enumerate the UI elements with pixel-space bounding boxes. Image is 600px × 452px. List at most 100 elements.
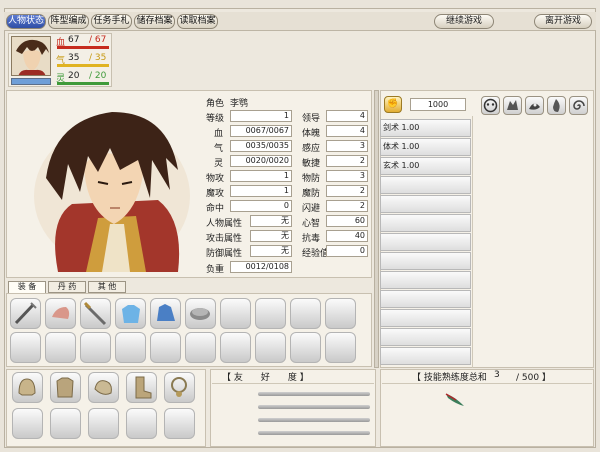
inventory-slot[interactable] [290, 298, 321, 329]
equipped-helmet-slot[interactable] [12, 372, 43, 403]
tab-formation[interactable]: 阵型编成 [48, 14, 89, 29]
inventory-slot[interactable] [185, 332, 216, 363]
item-list-scrollbar[interactable] [374, 90, 379, 368]
inventory-slot[interactable] [325, 298, 356, 329]
stat-value-leadership: 4 [326, 110, 368, 122]
skill-row-body[interactable]: 体术 1.00 [380, 138, 471, 156]
stat-value-agility: 2 [326, 155, 368, 167]
inventory-slot[interactable] [45, 298, 76, 329]
inventory-slot[interactable] [255, 298, 286, 329]
inventory-slot[interactable] [10, 298, 41, 329]
skill-row-sword[interactable]: 剑术 1.00 [380, 119, 471, 137]
feather-icon [444, 390, 468, 408]
stat-value-attack-element: 无 [250, 230, 292, 242]
stat-label-magic-attack: 魔攻 [206, 189, 225, 199]
stat-value-evasion: 2 [326, 200, 368, 212]
sp-max: / 20 [89, 71, 107, 81]
skill-total-label: 【 技能熟练度总和 [412, 373, 487, 383]
stat-label-physical-defense: 物防 [302, 174, 321, 184]
skill-row-empty [380, 252, 471, 270]
friendship-bar [258, 431, 370, 435]
tab-character-status[interactable]: 人物状态 [6, 14, 46, 29]
tab-others[interactable]: 其 他 [88, 281, 126, 293]
equipped-armor-slot[interactable] [50, 372, 81, 403]
stat-value-physical-attack: 1 [230, 170, 292, 182]
stat-label-character-element: 人物属性 [206, 219, 243, 229]
stat-value-physical-defense: 3 [326, 170, 368, 182]
stat-label-load: 负重 [206, 265, 225, 275]
stat-value-hp: 0067/0067 [230, 125, 292, 137]
friendship-title: 【 友 好 度 】 [222, 373, 309, 383]
role-label: 角色 [206, 99, 225, 109]
beast-icon[interactable] [503, 96, 522, 115]
spirit-icon[interactable] [525, 96, 544, 115]
inventory-slot[interactable] [220, 332, 251, 363]
stat-label-defense-element: 防御属性 [206, 249, 243, 259]
friendship-bar [258, 405, 370, 409]
stat-value-perception: 3 [326, 140, 368, 152]
tab-quest-notes[interactable]: 任务手札 [91, 14, 132, 29]
inventory-slot[interactable] [150, 332, 181, 363]
sp-current: 20 [68, 71, 80, 81]
stat-value-level: 1 [230, 110, 292, 122]
inventory-slot[interactable] [325, 332, 356, 363]
stat-value-poison-resist: 40 [326, 230, 368, 242]
inventory-slot[interactable] [185, 298, 216, 329]
tab-save-game[interactable]: 储存档案 [134, 14, 175, 29]
tab-equipment[interactable]: 装 备 [8, 281, 46, 293]
skill-row-empty [380, 328, 471, 346]
party-avatar [11, 36, 51, 76]
stat-value-character-element: 无 [250, 215, 292, 227]
continue-game-button[interactable]: 继续游戏 [434, 14, 494, 29]
stat-value-sp: 0020/0020 [230, 155, 292, 167]
equipped-slot-empty[interactable] [164, 408, 195, 439]
inventory-slot[interactable] [220, 298, 251, 329]
mp-current: 35 [68, 53, 80, 63]
stat-label-magic-defense: 魔防 [302, 189, 321, 199]
stat-label-sp: 灵 [214, 159, 224, 169]
stat-value-magic-attack: 1 [230, 185, 292, 197]
inventory-slot[interactable] [290, 332, 321, 363]
equipped-slot-empty[interactable] [88, 408, 119, 439]
equipped-slot-empty[interactable] [50, 408, 81, 439]
party-member-card[interactable]: 血 67 / 67 气 35 / 35 灵 20 / 20 [8, 33, 112, 87]
flame-icon[interactable] [547, 96, 566, 115]
gold-amount: 1000 [410, 98, 466, 111]
sp-bar [57, 82, 109, 85]
skill-row-mystic[interactable]: 玄术 1.00 [380, 157, 471, 175]
stat-value-defense-element: 无 [250, 245, 292, 257]
stat-value-physique: 4 [326, 125, 368, 137]
equipped-slot-empty[interactable] [126, 408, 157, 439]
mask-icon[interactable] [481, 96, 500, 115]
hp-bar [57, 46, 109, 49]
hp-current: 67 [68, 35, 80, 45]
stat-label-accuracy: 命中 [206, 204, 225, 214]
skill-row-empty [380, 195, 471, 213]
equipped-accessory-slot[interactable] [164, 372, 195, 403]
spiral-icon[interactable] [569, 96, 588, 115]
equipped-gloves-slot[interactable] [88, 372, 119, 403]
character-name: 李鹗 [230, 99, 249, 109]
tab-load-game[interactable]: 读取档案 [177, 14, 218, 29]
stat-label-perception: 感应 [302, 144, 321, 154]
skill-row-empty [380, 233, 471, 251]
tab-medicine[interactable]: 丹 药 [48, 281, 86, 293]
inventory-slot[interactable] [115, 332, 146, 363]
stat-value-magic-defense: 2 [326, 185, 368, 197]
inventory-slot[interactable] [115, 298, 146, 329]
character-portrait [28, 100, 190, 272]
inventory-slot[interactable] [80, 298, 111, 329]
inventory-slot[interactable] [255, 332, 286, 363]
stat-value-mp: 0035/0035 [230, 140, 292, 152]
skill-row-empty [380, 176, 471, 194]
stat-label-agility: 敏捷 [302, 159, 321, 169]
inventory-slot[interactable] [150, 298, 181, 329]
skill-total-max: / 500 】 [516, 373, 551, 383]
equipped-boots-slot[interactable] [126, 372, 157, 403]
skill-total-divider [382, 383, 592, 384]
inventory-slot[interactable] [80, 332, 111, 363]
inventory-slot[interactable] [10, 332, 41, 363]
inventory-slot[interactable] [45, 332, 76, 363]
equipped-slot-empty[interactable] [12, 408, 43, 439]
leave-game-button[interactable]: 离开游戏 [534, 14, 592, 29]
